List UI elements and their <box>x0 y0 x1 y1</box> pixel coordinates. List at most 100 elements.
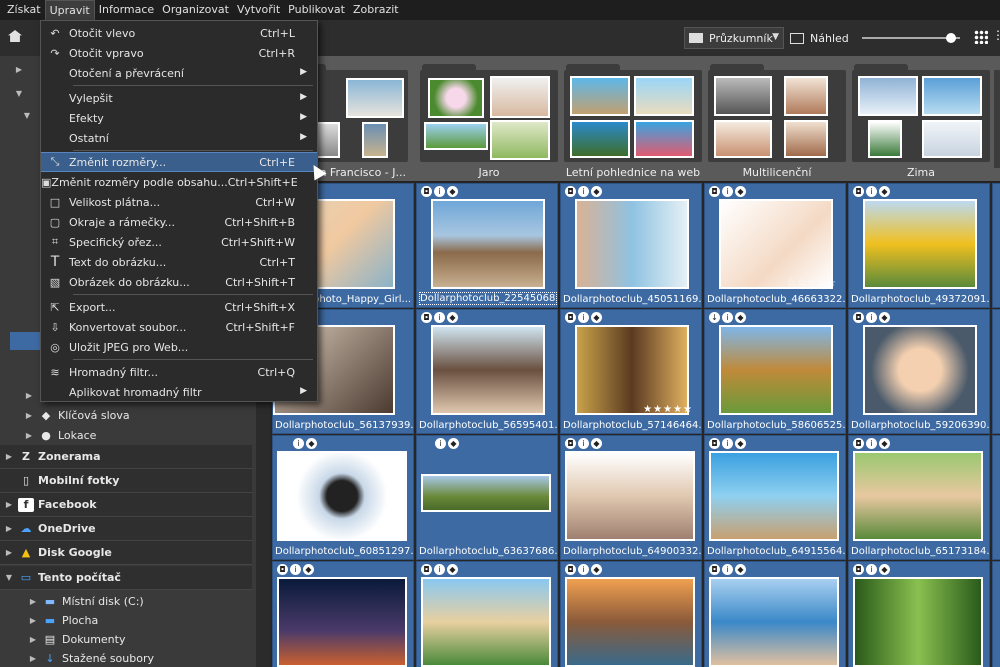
menu-item-rotate-flip[interactable]: Otočení a převrácení ▶ <box>41 63 317 83</box>
folder-thumbnail <box>922 120 982 158</box>
sidebar-item-google-drive[interactable]: ▶ ▲ Disk Google <box>0 541 252 565</box>
menu-item-convert[interactable]: ⇩ Konvertovat soubor... Ctrl+Shift+F <box>41 317 317 337</box>
thumbnail-tile[interactable]: ◘ i ◆ Dollarphotoclub_22545068.... <box>416 183 558 308</box>
menu-item-canvas-size[interactable]: □ Velikost plátna... Ctrl+W <box>41 192 317 212</box>
thumbnail-tile[interactable]: ◘ i ◆ Dollarphotoclub_65173184.... <box>848 435 990 560</box>
menu-publish[interactable]: Publikovat <box>284 0 349 20</box>
menu-organize[interactable]: Organizovat <box>158 0 233 20</box>
submenu-arrow-icon: ▶ <box>300 386 307 396</box>
folder-thumbnail <box>714 76 772 116</box>
menu-item-rotate-right[interactable]: ↷ Otočit vpravo Ctrl+R <box>41 43 317 63</box>
chevron-down-icon: ▼ <box>23 110 31 120</box>
zoom-slider[interactable] <box>862 33 960 43</box>
thumbnail-tile-partial[interactable] <box>992 435 1000 560</box>
submenu-arrow-icon: ▶ <box>300 132 307 142</box>
folder-multilicense[interactable]: Multilicenční <box>708 64 846 182</box>
thumbnail-tile[interactable]: ◘ i ◆ Dollarphotoclub_64900332.... <box>560 435 702 560</box>
thumbnail-tile[interactable]: ◘ i ◆ Dollarphotoclub_64915564.... <box>704 435 846 560</box>
sidebar-item-facebook[interactable]: ▶ f Facebook <box>0 493 252 517</box>
sidebar-item-keywords[interactable]: ▶ ◆ Klíčová slova <box>20 404 130 426</box>
menu-view[interactable]: Zobrazit <box>349 0 403 20</box>
tree-row-top-4[interactable]: ▶ <box>20 384 38 406</box>
sidebar-item-location[interactable]: ▶ ● Lokace <box>20 424 96 446</box>
thumbnail-tile[interactable]: ◘ i ◆ Dollarphotoclub_59206390.... <box>848 309 990 434</box>
menu-item-batch-filter[interactable]: ≋ Hromadný filtr... Ctrl+Q <box>41 362 317 382</box>
thumbnail-image <box>565 451 695 541</box>
thumbnail-tile[interactable]: ◘ i ◆ <box>848 561 990 667</box>
thumbnail-tile[interactable]: ↓ i ◆ Dollarphotoclub_58606525.... <box>704 309 846 434</box>
sidebar-item-this-pc[interactable]: ▼ ▭ Tento počítač <box>0 566 252 590</box>
menu-info[interactable]: Informace <box>95 0 158 20</box>
menu-item-shortcut: Ctrl+Shift+E <box>227 175 298 189</box>
menu-item-save-jpeg-web[interactable]: ◎ Uložit JPEG pro Web... <box>41 337 317 357</box>
home-icon[interactable] <box>8 30 22 42</box>
camera-icon: ◘ <box>565 564 576 575</box>
sidebar-item-mobile[interactable]: ▯ Mobilní fotky <box>0 469 252 493</box>
thumbnail-tile[interactable]: ◘ i ◆ <box>416 561 558 667</box>
thumbnail-tile[interactable]: ◘ i ◆ Dollarphotoclub_56595401.... <box>416 309 558 434</box>
camera-icon: ◘ <box>565 186 576 197</box>
thumbnail-tile[interactable]: ◘ i ◆ <box>272 561 414 667</box>
tree-row-top-1[interactable]: ▶ <box>10 58 28 80</box>
sidebar-item-onedrive[interactable]: ▶ ☁ OneDrive <box>0 517 252 541</box>
tree-row-top-3[interactable]: ▼ <box>18 104 36 126</box>
thumbnail-image <box>421 474 551 512</box>
thumbnail-tile[interactable]: i ◆ Dollarphotoclub_63637686.... <box>416 435 558 560</box>
thumbnail-tile[interactable]: ◘ i ◆ ☆☆☆☆☆ Dollarphotoclub_46663322.... <box>704 183 846 308</box>
rating-stars[interactable]: ★★★★★ <box>643 404 693 415</box>
menu-create[interactable]: Vytvořit <box>233 0 284 20</box>
rating-stars[interactable]: ☆☆☆☆☆ <box>787 278 837 289</box>
thumbnail-tile[interactable]: ◘ i ◆ Dollarphotoclub_45051169.... <box>560 183 702 308</box>
menu-item-specific-crop[interactable]: ⌗ Specifický ořez... Ctrl+Shift+W <box>41 232 317 252</box>
thumbnail-image <box>853 577 983 667</box>
menu-separator <box>73 85 313 86</box>
menu-item-label: Obrázek do obrázku... <box>69 275 190 289</box>
sidebar-item-label: Stažené soubory <box>62 651 154 665</box>
menu-item-effects[interactable]: Efekty ▶ <box>41 108 317 128</box>
more-icon[interactable]: ⋮ <box>992 28 1000 46</box>
sidebar-item-zonerama[interactable]: ▶ Z Zonerama <box>0 445 252 469</box>
thumbnail-caption: Dollarphotoclub_64900332.... <box>563 546 701 557</box>
thumbnail-tile[interactable]: ◘ i ◆ Dollarphotoclub_49372091.... <box>848 183 990 308</box>
menu-separator <box>73 359 313 360</box>
chevron-right-icon: ▶ <box>25 410 33 420</box>
menu-item-borders-frames[interactable]: ▢ Okraje a rámečky... Ctrl+Shift+B <box>41 212 317 232</box>
thumbnail-tile[interactable]: ◘ i ◆ ★★★★★ Dollarphotoclub_57146464.... <box>560 309 702 434</box>
thumbnail-tile-partial[interactable] <box>992 309 1000 434</box>
explorer-button[interactable]: Průzkumník ▼ <box>684 27 784 49</box>
folder-winter[interactable]: Zima <box>852 64 990 182</box>
menu-item-resize[interactable]: ⤡ Změnit rozměry... Ctrl+E <box>41 152 317 172</box>
onedrive-icon: ☁ <box>20 522 32 535</box>
grid-view-icon[interactable] <box>974 30 988 44</box>
menu-get[interactable]: Získat <box>3 0 45 20</box>
menu-item-other[interactable]: Ostatní ▶ <box>41 128 317 148</box>
zoom-slider-handle[interactable] <box>946 33 956 43</box>
sidebar-item-downloads[interactable]: ▶ ↓ Stažené soubory <box>24 647 154 667</box>
preview-button[interactable]: Náhled <box>790 27 856 49</box>
menu-item-apply-batch-filter[interactable]: Aplikovat hromadný filtr ▶ <box>41 382 317 402</box>
tag-icon: ◆ <box>879 564 890 575</box>
menu-item-text-to-image[interactable]: T Text do obrázku... Ctrl+T <box>41 252 317 272</box>
folder-summer-postcards[interactable]: Letní pohlednice na web <box>564 64 702 182</box>
thumbnail-caption: Dollarphotoclub_60851297.... <box>275 546 413 557</box>
menu-item-export[interactable]: ⇱ Export... Ctrl+Shift+X <box>41 297 317 317</box>
tag-icon: ◆ <box>735 564 746 575</box>
menu-edit[interactable]: Upravit <box>44 0 95 20</box>
thumbnail-tile[interactable]: ◘i◆ ★★★ <box>704 561 846 667</box>
menu-item-rotate-left[interactable]: ↶ Otočit vlevo Ctrl+L <box>41 23 317 43</box>
camera-icon: ◘ <box>565 312 576 323</box>
thumbnail-tile-partial[interactable] <box>992 561 1000 667</box>
thumbnail-tile[interactable]: i ◆ Dollarphotoclub_60851297.... <box>272 435 414 560</box>
menu-item-smart-resize[interactable]: ▣ Změnit rozměry podle obsahu... Ctrl+Sh… <box>41 172 317 192</box>
download-icon: ↓ <box>45 651 55 665</box>
selected-tree-row[interactable] <box>10 332 40 350</box>
folder-jaro[interactable]: Jaro <box>420 64 558 182</box>
tree-row-top-2[interactable]: ▼ <box>10 82 28 104</box>
thumbnail-tile-partial[interactable] <box>992 183 1000 308</box>
submenu-arrow-icon: ▶ <box>300 92 307 102</box>
convert-icon: ⇩ <box>50 320 60 334</box>
menu-item-enhance[interactable]: Vylepšit ▶ <box>41 88 317 108</box>
thumbnail-tile[interactable]: ◘ i ◆ <box>560 561 702 667</box>
menu-item-image-to-image[interactable]: ▧ Obrázek do obrázku... Ctrl+Shift+T <box>41 272 317 292</box>
info-icon: i <box>578 186 589 197</box>
